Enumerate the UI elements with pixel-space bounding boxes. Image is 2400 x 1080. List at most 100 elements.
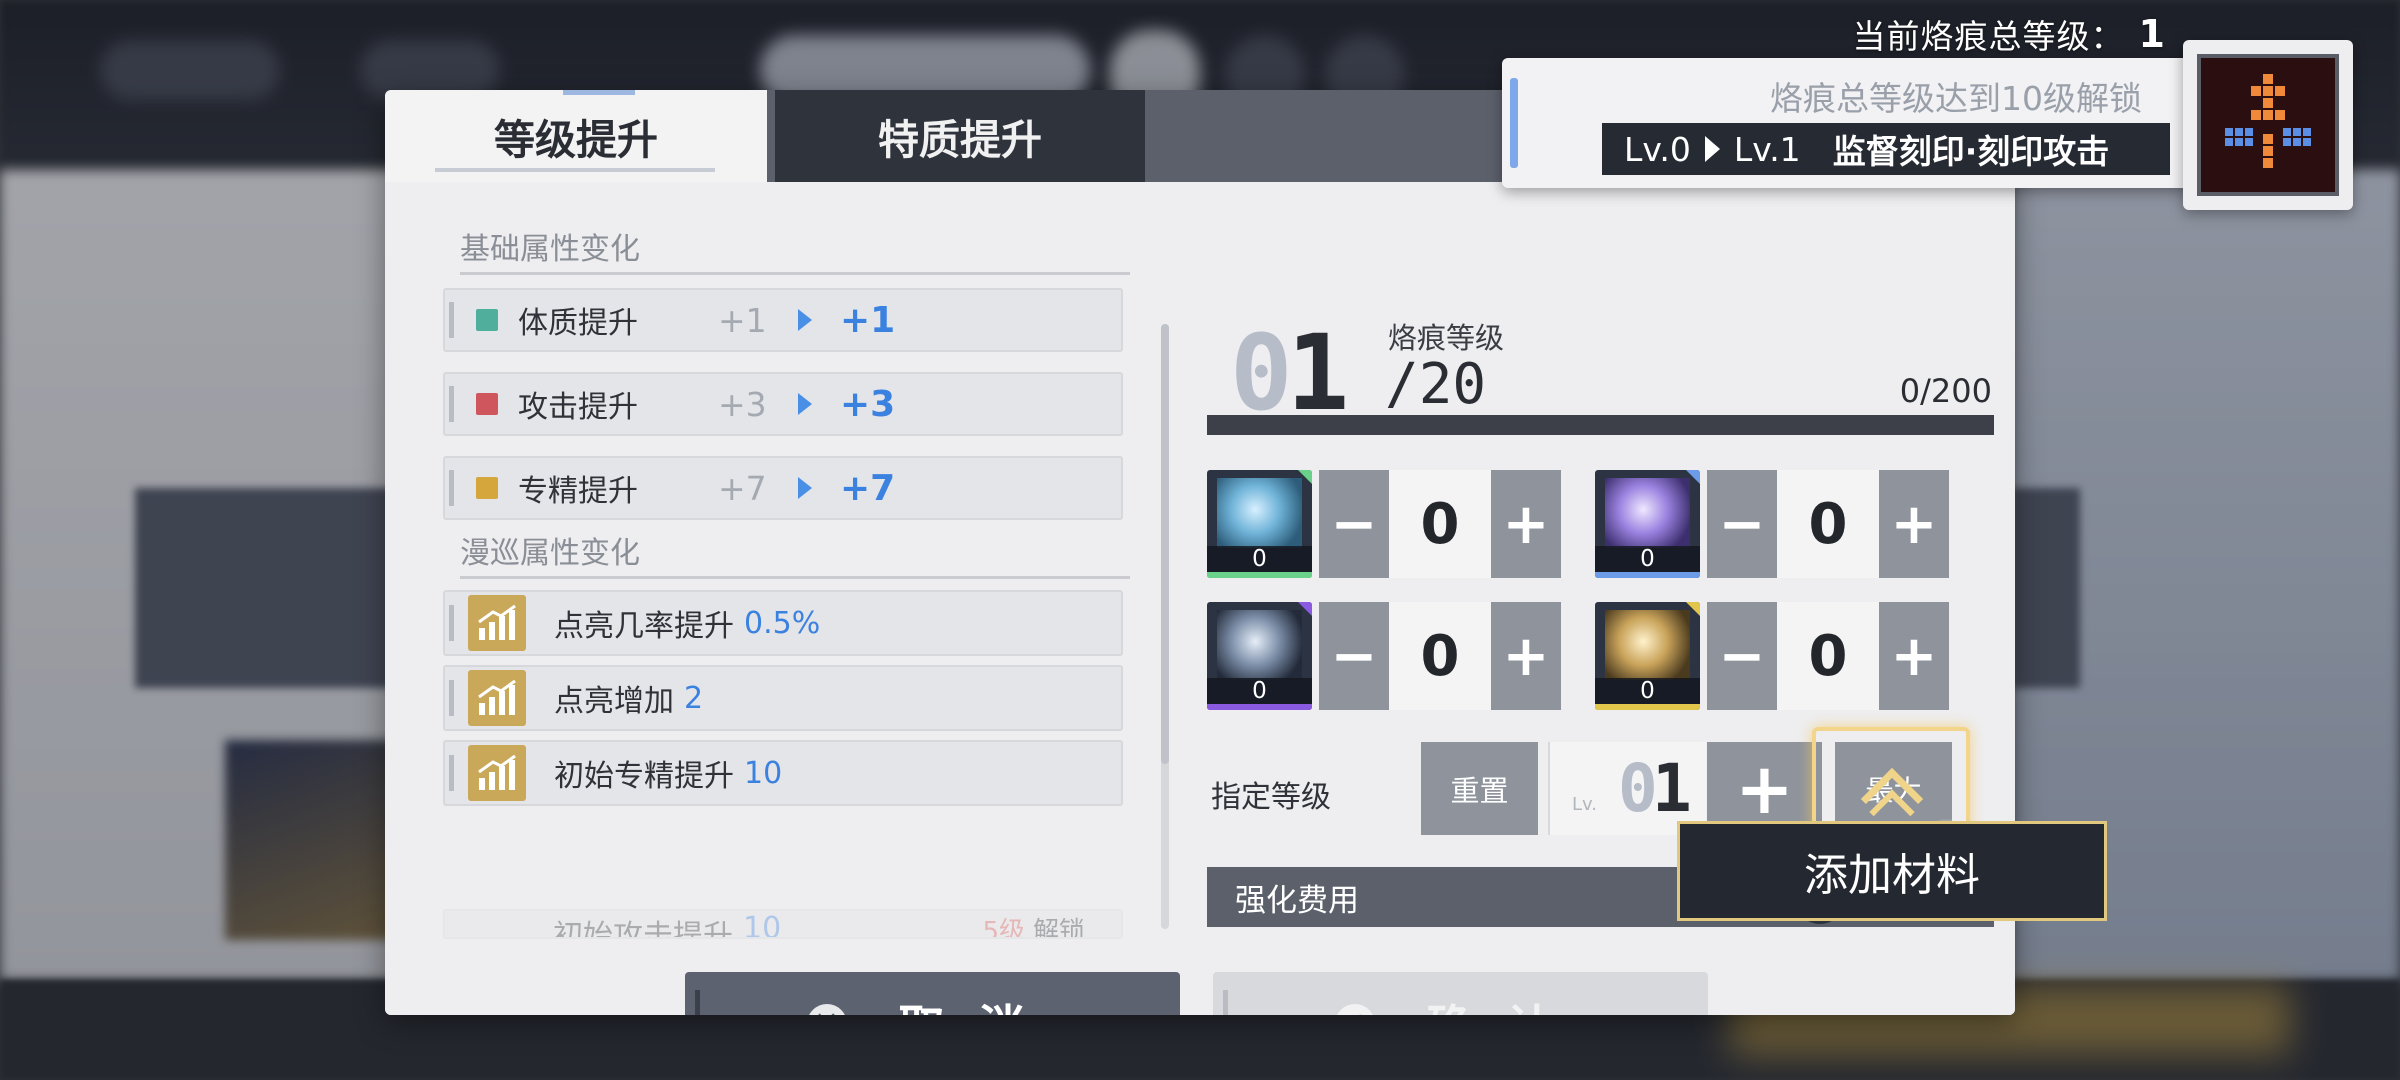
trait-value: 10	[743, 911, 782, 939]
reset-button[interactable]: 重置	[1421, 742, 1538, 835]
lv-digit-1: 1	[1652, 750, 1692, 827]
arrow-right-icon	[798, 477, 812, 499]
material-slot-3[interactable]: 0	[1207, 602, 1312, 710]
notification-accent	[1510, 78, 1518, 168]
attr-from: +3	[718, 384, 767, 424]
material-count: 0	[1595, 546, 1700, 572]
rarity-corner	[1686, 470, 1700, 484]
material-icon	[1605, 478, 1690, 548]
increase-button[interactable]: +	[1491, 602, 1561, 710]
imprint-icon	[2225, 74, 2311, 168]
row-accent	[449, 605, 454, 641]
attr-row-mastery: 专精提升 +7 +7	[443, 456, 1123, 520]
unlock-text: 解锁	[1032, 917, 1085, 939]
button-accent	[1223, 990, 1228, 1015]
material-quantity: 0	[1777, 470, 1879, 578]
rarity-corner	[1298, 470, 1312, 484]
material-1-stepper: − 0 +	[1319, 470, 1561, 578]
button-accent	[695, 990, 700, 1015]
trait-label: 点亮几率提升	[554, 609, 734, 644]
material-3-stepper: − 0 +	[1319, 602, 1561, 710]
decrease-button[interactable]: −	[1707, 470, 1777, 578]
trait-value: 0.5%	[744, 605, 821, 641]
trait-label: 初始专精提升	[554, 759, 734, 794]
cancel-label: 取消	[899, 991, 1059, 1016]
scrollbar-thumb[interactable]	[1161, 324, 1169, 764]
rarity-stripe	[1207, 704, 1312, 710]
arrow-right-icon	[798, 309, 812, 331]
exp-text: 0/200	[1899, 372, 1992, 410]
bar-chart-icon	[468, 595, 526, 651]
attr-name: 专精提升	[518, 474, 638, 509]
level-max: /20	[1385, 352, 1487, 417]
arrow-right-icon	[1704, 136, 1720, 162]
basic-attributes-title: 基础属性变化	[460, 224, 1130, 275]
bar-chart-icon	[468, 670, 526, 726]
current-total-level: 当前烙痕总等级： 1	[1853, 10, 2166, 58]
exp-progress-bar	[1207, 415, 1994, 435]
decrease-button[interactable]: −	[1319, 602, 1389, 710]
material-count: 0	[1207, 546, 1312, 572]
material-quantity: 0	[1389, 470, 1491, 578]
attr-to: +7	[840, 467, 896, 509]
rarity-stripe	[1595, 572, 1700, 578]
bar-chart-icon	[468, 745, 526, 801]
row-accent	[449, 386, 454, 422]
material-slot-2[interactable]: 0	[1595, 470, 1700, 578]
rarity-corner	[1298, 602, 1312, 616]
trait-row: 点亮几率提升 0.5%	[443, 590, 1123, 656]
increase-button[interactable]: +	[1491, 470, 1561, 578]
rarity-stripe	[1207, 572, 1312, 578]
unlock-hint: 烙痕总等级达到10级解锁	[1770, 79, 2142, 118]
attr-to: +1	[840, 299, 896, 341]
unlock-detail: Lv.0 Lv.1 监督刻印·刻印攻击	[1602, 123, 2170, 175]
assign-level-label: 指定等级	[1211, 780, 1331, 815]
cancel-button[interactable]: ✕ 取消	[685, 972, 1180, 1015]
trait-row-partial: 初始攻击提升 10 5级 解锁	[443, 909, 1123, 939]
trait-value: 10	[744, 755, 783, 791]
attr-from: +1	[718, 300, 767, 340]
row-accent	[449, 302, 454, 338]
tab-trait-up[interactable]: 特质提升	[775, 90, 1145, 182]
rarity-corner	[1686, 602, 1700, 616]
skill-icon	[2183, 40, 2353, 210]
trait-label: 初始攻击提升	[553, 919, 733, 939]
row-accent	[449, 470, 454, 506]
trait-value: 2	[684, 680, 704, 716]
increase-button[interactable]: +	[1879, 602, 1949, 710]
attr-row-constitution: 体质提升 +1 +1	[443, 288, 1123, 352]
decrease-button[interactable]: −	[1319, 470, 1389, 578]
material-count: 0	[1595, 678, 1700, 704]
cost-label: 强化费用	[1235, 882, 1359, 919]
attr-name: 体质提升	[518, 306, 638, 341]
attack-color-icon	[476, 393, 498, 415]
unlock-level: 5级	[982, 917, 1025, 939]
decrease-button[interactable]: −	[1707, 602, 1777, 710]
rarity-stripe	[1595, 704, 1700, 710]
trait-row: 点亮增加 2	[443, 665, 1123, 731]
add-material-tooltip: 添加材料	[1677, 821, 2107, 921]
level-label: 烙痕等级	[1388, 321, 1505, 355]
increase-button[interactable]: +	[1879, 470, 1949, 578]
arrow-right-icon	[798, 393, 812, 415]
confirm-button[interactable]: ✓ 确认	[1213, 972, 1708, 1015]
skill-icon-frame	[2197, 54, 2339, 196]
current-level-label: 当前烙痕总等级：	[1852, 17, 2125, 56]
trait-row: 初始专精提升 10	[443, 740, 1123, 806]
current-level-value: 1	[2138, 12, 2166, 56]
tab-level-up[interactable]: 等级提升	[385, 90, 767, 182]
unlock-to: Lv.1	[1733, 129, 1801, 169]
row-accent	[449, 755, 454, 791]
constitution-color-icon	[476, 309, 498, 331]
material-slot-1[interactable]: 0	[1207, 470, 1312, 578]
material-2-stepper: − 0 +	[1707, 470, 1949, 578]
material-slot-4[interactable]: 0	[1595, 602, 1700, 710]
check-circle-icon: ✓	[1334, 1003, 1375, 1015]
material-4-stepper: − 0 +	[1707, 602, 1949, 710]
material-icon	[1605, 610, 1690, 680]
roam-attributes-title: 漫巡属性变化	[460, 528, 1130, 579]
mastery-color-icon	[476, 477, 498, 499]
material-count: 0	[1207, 678, 1312, 704]
attr-to: +3	[840, 383, 896, 425]
close-circle-icon: ✕	[806, 1003, 847, 1015]
